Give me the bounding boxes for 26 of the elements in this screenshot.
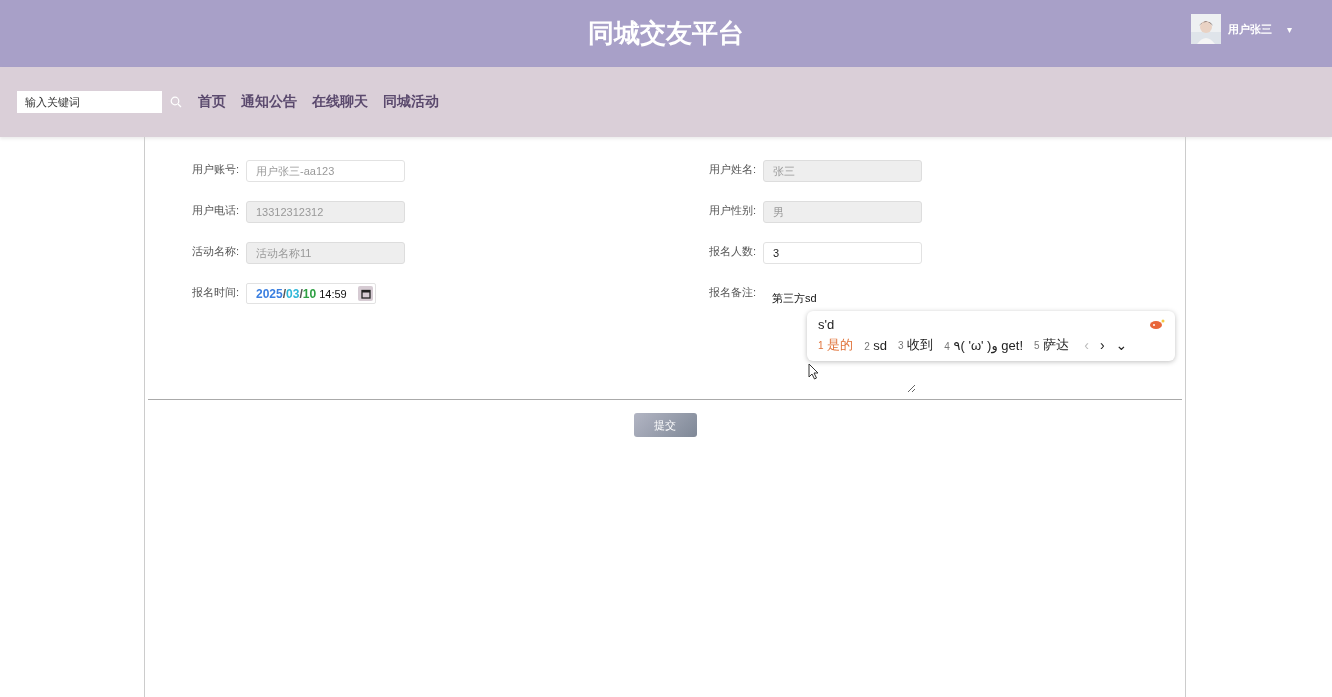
search-field[interactable]: 输入关键词 — [17, 91, 162, 113]
site-title: 同城交友平台 — [588, 17, 744, 50]
nav-link[interactable]: 通知公告 — [241, 93, 297, 111]
ime-candidate[interactable]: 5 萨达 — [1034, 336, 1070, 354]
ime-candidate[interactable]: 1 是的 — [818, 336, 854, 354]
ime-candidate[interactable]: 3 收到 — [898, 336, 934, 354]
mouse-pointer-icon — [808, 363, 820, 380]
field-label: 用户电话: — [192, 203, 241, 218]
field-label: 报名时间: — [192, 285, 241, 300]
field-label: 用户账号: — [192, 162, 241, 177]
field-label: 报名备注: — [709, 285, 758, 300]
submit-button[interactable]: 提交 — [633, 413, 697, 437]
ime-candidate[interactable]: 2 sd — [864, 337, 888, 353]
next-page-button[interactable]: › — [1099, 337, 1105, 353]
calendar-icon[interactable] — [358, 286, 373, 301]
nav-link[interactable]: 首页 — [198, 93, 226, 111]
field-label: 报名人数: — [709, 244, 758, 259]
expand-button[interactable]: ⌄ — [1115, 337, 1128, 353]
field-label: 用户姓名: — [709, 162, 758, 177]
nav-link[interactable]: 同城活动 — [383, 93, 439, 111]
input-field[interactable]: 3 — [763, 242, 922, 264]
nav-link[interactable]: 在线聊天 — [312, 93, 368, 111]
field-label: 活动名称: — [192, 244, 241, 259]
field-label: 用户性别: — [709, 203, 758, 218]
date-field[interactable]: 2025/03/10 14:59 — [246, 283, 376, 304]
ime-composition: s'd — [818, 316, 835, 332]
